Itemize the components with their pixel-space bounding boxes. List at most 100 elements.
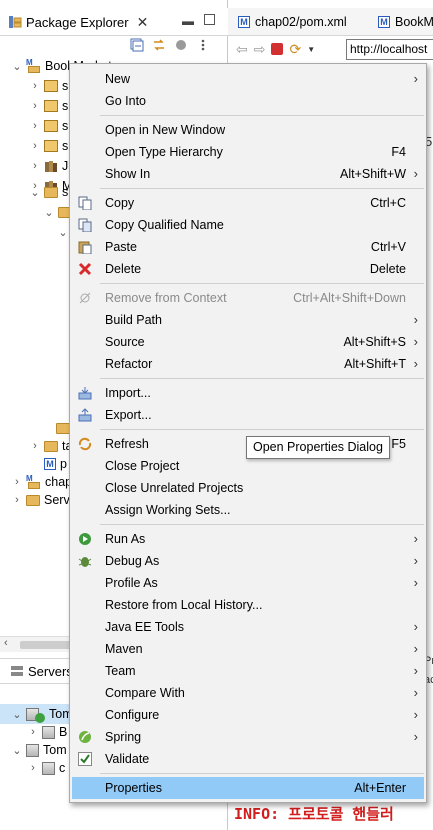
chevron-right-icon[interactable]: › bbox=[12, 476, 22, 488]
url-input[interactable]: http://localhost bbox=[346, 39, 433, 60]
menu-item-show-in[interactable]: Show In Alt+Shift+W › bbox=[72, 163, 424, 185]
chevron-right-icon[interactable]: › bbox=[30, 120, 40, 132]
chevron-right-icon: › bbox=[413, 166, 418, 181]
menu-item-team[interactable]: Team › bbox=[72, 660, 424, 682]
menu-item-shortcut: Ctrl+Alt+Shift+Down bbox=[293, 291, 406, 305]
tab-package-explorer-label: Package Explorer bbox=[26, 14, 129, 30]
filter-icon[interactable] bbox=[174, 38, 188, 52]
tree-item-chap[interactable]: › M chap bbox=[12, 472, 72, 492]
menu-item-label: New bbox=[105, 72, 131, 86]
forward-arrow-icon[interactable]: ⇨ bbox=[254, 41, 266, 58]
tree-item[interactable]: › sr bbox=[30, 136, 72, 156]
menu-item-copy[interactable]: Copy Ctrl+C bbox=[72, 192, 424, 214]
link-with-editor-icon[interactable] bbox=[152, 38, 166, 52]
folder-icon bbox=[56, 422, 70, 434]
tab-package-explorer[interactable]: Package Explorer ✕ bbox=[8, 8, 148, 36]
menu-item-debug-as[interactable]: Debug As › bbox=[72, 550, 424, 572]
menu-separator bbox=[100, 283, 424, 284]
menu-item-go-into[interactable]: Go Into bbox=[72, 90, 424, 112]
view-menu-icon[interactable] bbox=[196, 38, 210, 52]
server-module-row[interactable]: › c bbox=[28, 758, 65, 778]
maven-file-icon: M bbox=[238, 16, 250, 28]
menu-item-paste[interactable]: Paste Ctrl+V bbox=[72, 236, 424, 258]
menu-item-shortcut: F4 bbox=[391, 145, 406, 159]
menu-item-close-unrelated-projects[interactable]: Close Unrelated Projects bbox=[72, 477, 424, 499]
menu-item-refactor[interactable]: Refactor Alt+Shift+T › bbox=[72, 353, 424, 375]
menu-item-label: Go Into bbox=[105, 94, 146, 108]
chevron-right-icon[interactable]: › bbox=[28, 762, 38, 774]
menu-item-spring[interactable]: Spring › bbox=[72, 726, 424, 748]
tree-item-pom[interactable]: M p bbox=[44, 454, 67, 474]
server-row-tomcat-2[interactable]: ⌄ Tom bbox=[12, 740, 66, 760]
chevron-down-icon[interactable]: ⌄ bbox=[12, 708, 22, 721]
menu-item-label: Build Path bbox=[105, 313, 162, 327]
menu-item-label: Copy bbox=[105, 196, 135, 210]
chevron-right-icon[interactable]: › bbox=[12, 494, 22, 506]
copy-qualified-icon bbox=[78, 218, 92, 233]
source-folder-icon bbox=[44, 120, 58, 132]
chevron-down-icon[interactable]: ⌄ bbox=[30, 186, 40, 199]
menu-item-delete[interactable]: Delete Delete bbox=[72, 258, 424, 280]
menu-item-properties[interactable]: Properties Alt+Enter bbox=[72, 777, 424, 799]
tab-bookmarket[interactable]: M BookM bbox=[378, 8, 433, 36]
tree-item-src-folder[interactable]: ⌄ sr bbox=[30, 182, 72, 202]
tree-item[interactable]: › sr bbox=[30, 116, 72, 136]
minimize-icon[interactable]: ▬ bbox=[182, 14, 194, 28]
scroll-left-icon[interactable]: ‹ bbox=[4, 637, 8, 649]
menu-item-import[interactable]: Import... bbox=[72, 382, 424, 404]
menu-item-label: Open Type Hierarchy bbox=[105, 145, 223, 159]
tree-item-target[interactable]: › ta bbox=[30, 436, 72, 456]
menu-item-source[interactable]: Source Alt+Shift+S › bbox=[72, 331, 424, 353]
menu-item-build-path[interactable]: Build Path › bbox=[72, 309, 424, 331]
menu-item-remove-from-context[interactable]: Remove from Context Ctrl+Alt+Shift+Down bbox=[72, 287, 424, 309]
menu-item-restore-local-history[interactable]: Restore from Local History... bbox=[72, 594, 424, 616]
maven-project-icon: M bbox=[26, 59, 41, 73]
menu-item-profile-as[interactable]: Profile As › bbox=[72, 572, 424, 594]
folder-icon bbox=[44, 440, 58, 452]
chevron-right-icon[interactable]: › bbox=[30, 440, 40, 452]
chevron-down-icon[interactable]: ▼ bbox=[307, 45, 315, 54]
back-arrow-icon[interactable]: ⇦ bbox=[236, 41, 248, 58]
menu-item-copy-qualified-name[interactable]: Copy Qualified Name bbox=[72, 214, 424, 236]
close-icon[interactable]: ✕ bbox=[137, 14, 149, 31]
chevron-down-icon[interactable]: ⌄ bbox=[12, 60, 22, 73]
package-explorer-toolbar bbox=[130, 38, 210, 56]
menu-item-configure[interactable]: Configure › bbox=[72, 704, 424, 726]
chevron-right-icon[interactable]: › bbox=[30, 100, 40, 112]
menu-item-shortcut: Alt+Enter bbox=[354, 781, 406, 795]
chevron-right-icon[interactable]: › bbox=[28, 726, 38, 738]
import-icon bbox=[78, 386, 92, 400]
collapse-all-icon[interactable] bbox=[130, 38, 144, 52]
menu-item-assign-working-sets[interactable]: Assign Working Sets... bbox=[72, 499, 424, 521]
menu-item-export[interactable]: Export... bbox=[72, 404, 424, 426]
tree-item-folder[interactable] bbox=[56, 418, 70, 438]
chevron-down-icon[interactable]: ⌄ bbox=[58, 226, 68, 239]
export-icon bbox=[78, 408, 92, 422]
tab-label: chap02/pom.xml bbox=[255, 15, 347, 29]
tab-pom-xml[interactable]: M chap02/pom.xml bbox=[238, 8, 347, 36]
server-module-row[interactable]: › B bbox=[28, 722, 67, 742]
tree-item[interactable]: › sr bbox=[30, 96, 72, 116]
menu-item-java-ee-tools[interactable]: Java EE Tools › bbox=[72, 616, 424, 638]
menu-item-label: Delete bbox=[105, 262, 142, 276]
maximize-icon[interactable] bbox=[204, 14, 215, 25]
menu-item-maven[interactable]: Maven › bbox=[72, 638, 424, 660]
chevron-right-icon[interactable]: › bbox=[30, 140, 40, 152]
tab-servers[interactable]: Servers bbox=[28, 664, 73, 679]
menu-item-open-new-window[interactable]: Open in New Window bbox=[72, 119, 424, 141]
menu-item-compare-with[interactable]: Compare With › bbox=[72, 682, 424, 704]
menu-item-validate[interactable]: Validate bbox=[72, 748, 424, 770]
menu-item-new[interactable]: New › bbox=[72, 68, 424, 90]
menu-item-shortcut: Alt+Shift+W bbox=[340, 167, 406, 181]
menu-item-run-as[interactable]: Run As › bbox=[72, 528, 424, 550]
tree-item-servers[interactable]: › Serv bbox=[12, 490, 70, 510]
chevron-right-icon[interactable]: › bbox=[30, 160, 40, 172]
chevron-right-icon[interactable]: › bbox=[30, 80, 40, 92]
chevron-down-icon[interactable]: ⌄ bbox=[44, 206, 54, 219]
menu-item-open-type-hierarchy[interactable]: Open Type Hierarchy F4 bbox=[72, 141, 424, 163]
chevron-right-icon: › bbox=[413, 356, 418, 371]
refresh-icon[interactable]: ⟳ bbox=[289, 41, 301, 58]
chevron-down-icon[interactable]: ⌄ bbox=[12, 744, 22, 757]
tree-item[interactable]: › sr bbox=[30, 76, 72, 96]
stop-icon[interactable] bbox=[271, 43, 284, 55]
